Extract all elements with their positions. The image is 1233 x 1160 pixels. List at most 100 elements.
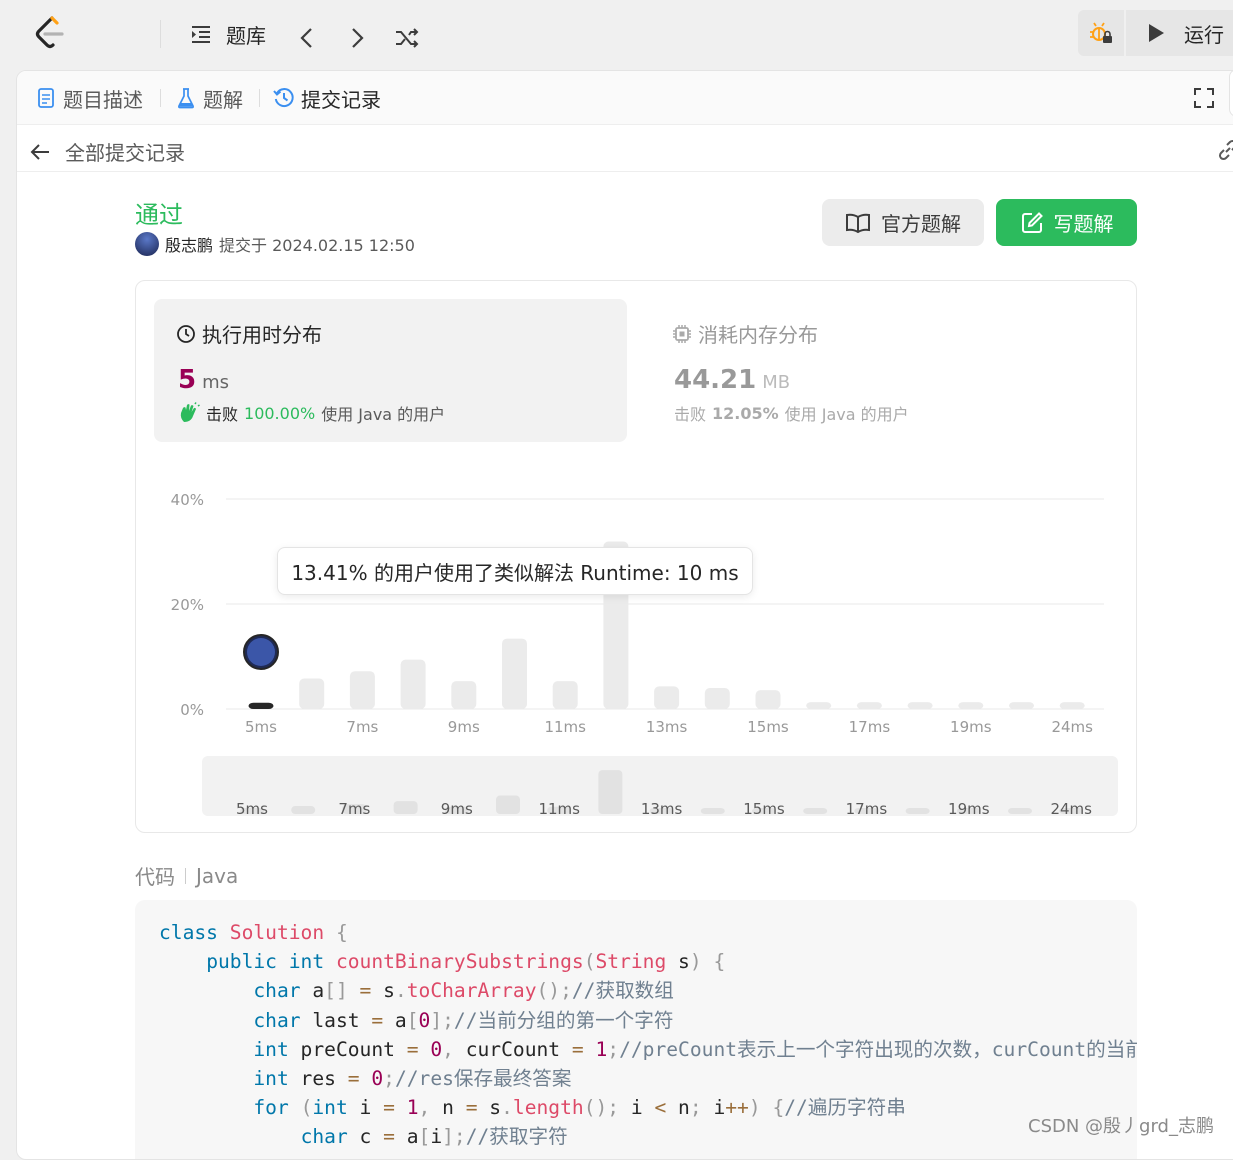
runtime-unit: ms bbox=[202, 372, 230, 393]
tab-submissions[interactable]: 提交记录 bbox=[273, 83, 381, 113]
runtime-title: 执行用时分布 bbox=[176, 319, 322, 348]
chart-bar bbox=[1009, 702, 1034, 709]
tab-description-label: 题目描述 bbox=[63, 87, 143, 112]
navigator-tick-label: 11ms bbox=[538, 800, 580, 818]
x-tick-label: 13ms bbox=[646, 718, 688, 736]
official-solution-label: 官方题解 bbox=[881, 212, 961, 236]
watermark: CSDN @殷丿grd_志鹏 bbox=[1028, 1116, 1214, 1137]
navigator-tick-label: 15ms bbox=[743, 800, 785, 818]
highlight-bar bbox=[248, 702, 274, 709]
memory-beat: 击败 12.05% 使用 Java 的用户 bbox=[674, 401, 909, 425]
tab-submissions-label: 提交记录 bbox=[301, 87, 381, 112]
code-language: Java bbox=[196, 863, 239, 888]
tab-solutions[interactable]: 题解 bbox=[177, 83, 243, 113]
y-tick-label: 40% bbox=[171, 491, 204, 509]
runtime-number: 5 bbox=[178, 365, 197, 395]
performance-card: 执行用时分布 5 ms 击败 100.00% 使用 Java 的用户 消耗内存分… bbox=[135, 280, 1137, 833]
run-button[interactable]: 运行 bbox=[1126, 10, 1233, 56]
chart-bar bbox=[299, 678, 325, 709]
top-bar: 题库 运行 bbox=[0, 0, 1233, 68]
x-tick-label: 15ms bbox=[747, 718, 789, 736]
source-code: class Solution { public int countBinaryS… bbox=[159, 921, 1137, 1149]
chart-bar bbox=[704, 688, 730, 709]
problem-bank-label: 题库 bbox=[226, 23, 266, 48]
tab-solutions-label: 题解 bbox=[203, 87, 243, 112]
memory-number: 44.21 bbox=[674, 365, 757, 395]
run-label: 运行 bbox=[1184, 22, 1224, 47]
chip-icon bbox=[673, 324, 691, 343]
navigator-tick-label: 17ms bbox=[846, 800, 888, 818]
problem-bank-button[interactable]: 题库 bbox=[190, 18, 266, 50]
write-solution-button[interactable]: 写题解 bbox=[996, 199, 1137, 246]
submission-panel: 题目描述 题解 提交记录 全部提交记录 通过 殷志鹏 提交于 2024.02.1… bbox=[16, 70, 1233, 1160]
navigator-bar bbox=[291, 806, 316, 814]
memory-stat[interactable]: 消耗内存分布 44.21 MB 击败 12.05% 使用 Java 的用户 bbox=[650, 299, 1123, 442]
chart-bar bbox=[958, 702, 984, 709]
chevron-right-icon[interactable] bbox=[348, 22, 366, 54]
leetcode-logo-icon[interactable] bbox=[30, 14, 68, 52]
submission-meta: 殷志鹏 提交于 2024.02.15 12:50 bbox=[135, 232, 415, 256]
navigator-bar bbox=[393, 801, 418, 814]
navigator-tick-label: 19ms bbox=[948, 800, 990, 818]
memory-value: 44.21 MB bbox=[674, 365, 790, 395]
submitted-time: 提交于 2024.02.15 12:50 bbox=[219, 236, 415, 255]
code-block[interactable]: class Solution { public int countBinaryS… bbox=[135, 900, 1137, 1159]
x-tick-label: 24ms bbox=[1051, 718, 1093, 736]
memory-beat-label: 击败 bbox=[674, 405, 707, 424]
memory-beat-suffix: 使用 Java 的用户 bbox=[784, 405, 909, 424]
chart-bar bbox=[755, 690, 781, 709]
tab-divider bbox=[259, 89, 260, 107]
link-icon[interactable] bbox=[1217, 139, 1233, 161]
flask-icon bbox=[178, 88, 194, 109]
chevron-left-icon[interactable] bbox=[298, 22, 316, 54]
x-tick-label: 17ms bbox=[849, 718, 891, 736]
y-tick-label: 0% bbox=[180, 701, 204, 719]
divider bbox=[160, 20, 161, 48]
tab-divider bbox=[160, 89, 161, 107]
debug-button[interactable] bbox=[1078, 10, 1124, 56]
memory-title: 消耗内存分布 bbox=[672, 319, 818, 348]
runtime-beat-label: 击败 bbox=[206, 405, 239, 424]
chart-bar bbox=[806, 702, 832, 709]
navigator-bar bbox=[700, 808, 725, 814]
chart-bar bbox=[907, 702, 933, 709]
user-avatar-marker-inner bbox=[247, 638, 275, 666]
side-panel-toggle[interactable] bbox=[1229, 71, 1233, 117]
navigator-bar bbox=[803, 808, 828, 814]
code-header: 代码 Java bbox=[135, 861, 238, 890]
x-tick-label: 7ms bbox=[346, 718, 378, 736]
submission-subheader: 全部提交记录 bbox=[17, 125, 1233, 172]
runtime-value: 5 ms bbox=[178, 365, 229, 395]
runtime-stat[interactable]: 执行用时分布 5 ms 击败 100.00% 使用 Java 的用户 bbox=[154, 299, 627, 442]
navigator-tick-label: 13ms bbox=[641, 800, 683, 818]
play-icon bbox=[1149, 24, 1164, 42]
x-tick-label: 11ms bbox=[544, 718, 586, 736]
clap-icon bbox=[180, 402, 200, 422]
chart-bar bbox=[349, 671, 375, 709]
list-icon bbox=[192, 26, 210, 43]
runtime-beat-suffix: 使用 Java 的用户 bbox=[321, 405, 446, 424]
memory-beat-percent: 12.05% bbox=[712, 403, 779, 423]
code-label-divider bbox=[185, 867, 186, 884]
navigator-tick-label: 7ms bbox=[338, 800, 370, 818]
tab-description[interactable]: 题目描述 bbox=[37, 83, 143, 113]
runtime-beat-percent: 100.00% bbox=[244, 403, 316, 423]
navigator-bar bbox=[905, 808, 930, 814]
runtime-beat: 击败 100.00% 使用 Java 的用户 bbox=[178, 401, 445, 425]
official-solution-button[interactable]: 官方题解 bbox=[822, 199, 984, 246]
run-controls: 运行 bbox=[1078, 10, 1233, 56]
navigator-bar bbox=[1008, 808, 1032, 814]
author-name[interactable]: 殷志鹏 bbox=[165, 232, 213, 256]
chart-bar bbox=[400, 659, 426, 709]
document-icon bbox=[38, 88, 54, 108]
chart-bar bbox=[856, 702, 882, 709]
runtime-chart-svg: 0% 20% 40% 5ms 7ms 9ms 11ms 13ms 15ms 17ms 19ms 24m… bbox=[171, 491, 1118, 818]
memory-unit: MB bbox=[762, 372, 791, 393]
avatar[interactable] bbox=[135, 232, 159, 256]
shuffle-icon[interactable] bbox=[394, 22, 420, 54]
write-solution-label: 写题解 bbox=[1053, 212, 1114, 236]
chart-bar bbox=[654, 686, 680, 709]
back-to-submissions[interactable]: 全部提交记录 bbox=[29, 137, 185, 166]
fullscreen-icon[interactable] bbox=[1193, 87, 1215, 109]
chart-bar bbox=[451, 681, 477, 709]
